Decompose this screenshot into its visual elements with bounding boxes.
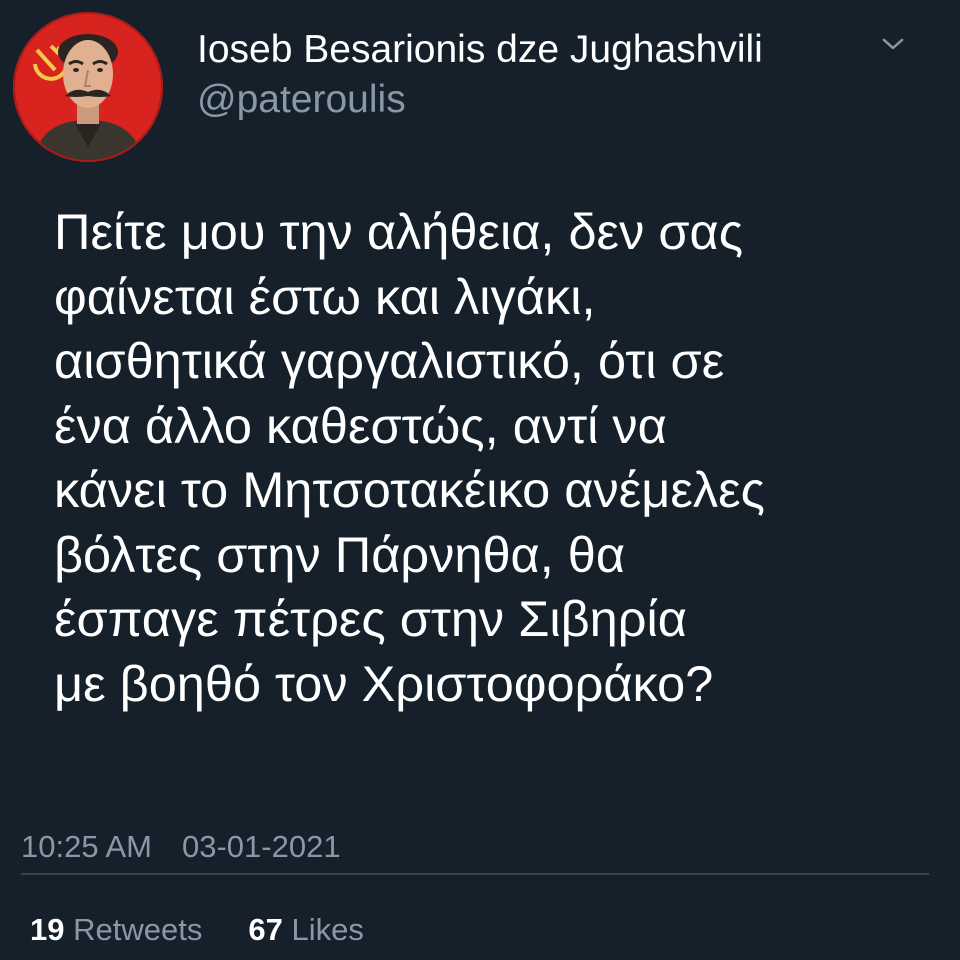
tweet-date: 03-01-2021 xyxy=(181,829,341,864)
chevron-down-icon[interactable] xyxy=(880,34,906,54)
likes-stat[interactable]: 67 Likes xyxy=(248,912,363,947)
tweet-stats: 19 Retweets 67 Likes xyxy=(30,912,364,948)
author-handle[interactable]: @pateroulis xyxy=(197,78,406,122)
tweet-time: 10:25 AM xyxy=(21,829,152,864)
tweet-timestamp[interactable]: 10:25 AM 03-01-2021 xyxy=(21,830,341,864)
retweets-label: Retweets xyxy=(73,912,203,947)
avatar-portrait-image xyxy=(13,12,163,162)
retweets-count: 19 xyxy=(30,912,65,947)
retweets-stat[interactable]: 19 Retweets xyxy=(30,912,202,947)
likes-label: Likes xyxy=(291,912,364,947)
likes-count: 67 xyxy=(248,912,283,947)
tweet-text: Πείτε μου την αλήθεια, δεν σας φαίνεται … xyxy=(54,203,765,712)
avatar[interactable] xyxy=(13,12,163,162)
divider xyxy=(21,873,929,875)
author-display-name[interactable]: Ioseb Besarionis dze Jughashvili xyxy=(197,28,763,72)
